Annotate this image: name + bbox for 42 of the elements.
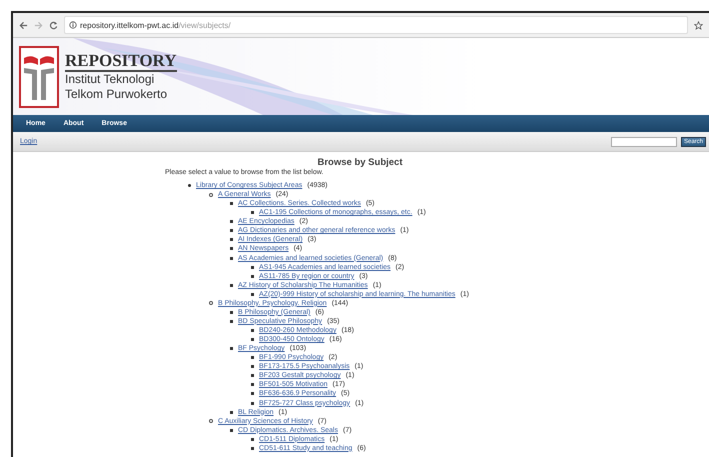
- bullet-icon: [251, 292, 254, 296]
- bullet-icon: [209, 419, 213, 424]
- bullet-icon: [251, 266, 254, 269]
- bullet-icon: [251, 338, 254, 342]
- site-subtitle: Telkom Purwokerto: [65, 87, 168, 102]
- bullet-icon: [251, 274, 254, 278]
- institute-logo: [19, 46, 59, 108]
- bullet-icon: [230, 310, 233, 314]
- bullet-icon: [251, 392, 254, 396]
- search-field[interactable]: [610, 136, 677, 146]
- bullet-icon: [230, 410, 233, 414]
- bullet-icon: [230, 256, 233, 260]
- bullet-icon: [251, 383, 254, 386]
- bullet-icon: [230, 220, 233, 224]
- site-subtitle: Institut Teknologi: [65, 72, 156, 87]
- bullet-icon: [251, 438, 254, 441]
- address-bar[interactable]: repository.ittelkom-pwt.ac.id/view/subjects/: [64, 16, 688, 34]
- bookmark-star-icon[interactable]: [694, 20, 703, 30]
- bullet-icon: [230, 202, 233, 206]
- bullet-icon: [230, 428, 233, 432]
- bullet-icon: [230, 284, 233, 287]
- bullet-icon: [230, 247, 233, 250]
- bullet-icon: [251, 402, 254, 405]
- bullet-icon: [251, 446, 254, 450]
- back-icon[interactable]: [19, 20, 28, 30]
- bullet-icon: [251, 329, 254, 332]
- bullet-icon: [251, 365, 254, 368]
- bullet-icon: [230, 347, 233, 350]
- bullet-icon: [209, 301, 213, 306]
- bullet-icon: [230, 320, 233, 323]
- bullet-icon: [251, 211, 254, 214]
- site-title: REPOSITORY: [65, 51, 177, 72]
- page-title: Browse by Subject: [316, 157, 404, 168]
- bullet-icon: [230, 238, 233, 242]
- bullet-icon: [230, 229, 233, 232]
- info-icon: [69, 21, 77, 29]
- bullet-icon: [209, 192, 213, 197]
- bullet-icon: [188, 184, 191, 188]
- url-text: repository.ittelkom-pwt.ac.id/view/subjects/: [80, 20, 231, 30]
- bullet-icon: [251, 356, 254, 360]
- bullet-icon: [251, 374, 254, 378]
- reload-icon[interactable]: [49, 20, 58, 30]
